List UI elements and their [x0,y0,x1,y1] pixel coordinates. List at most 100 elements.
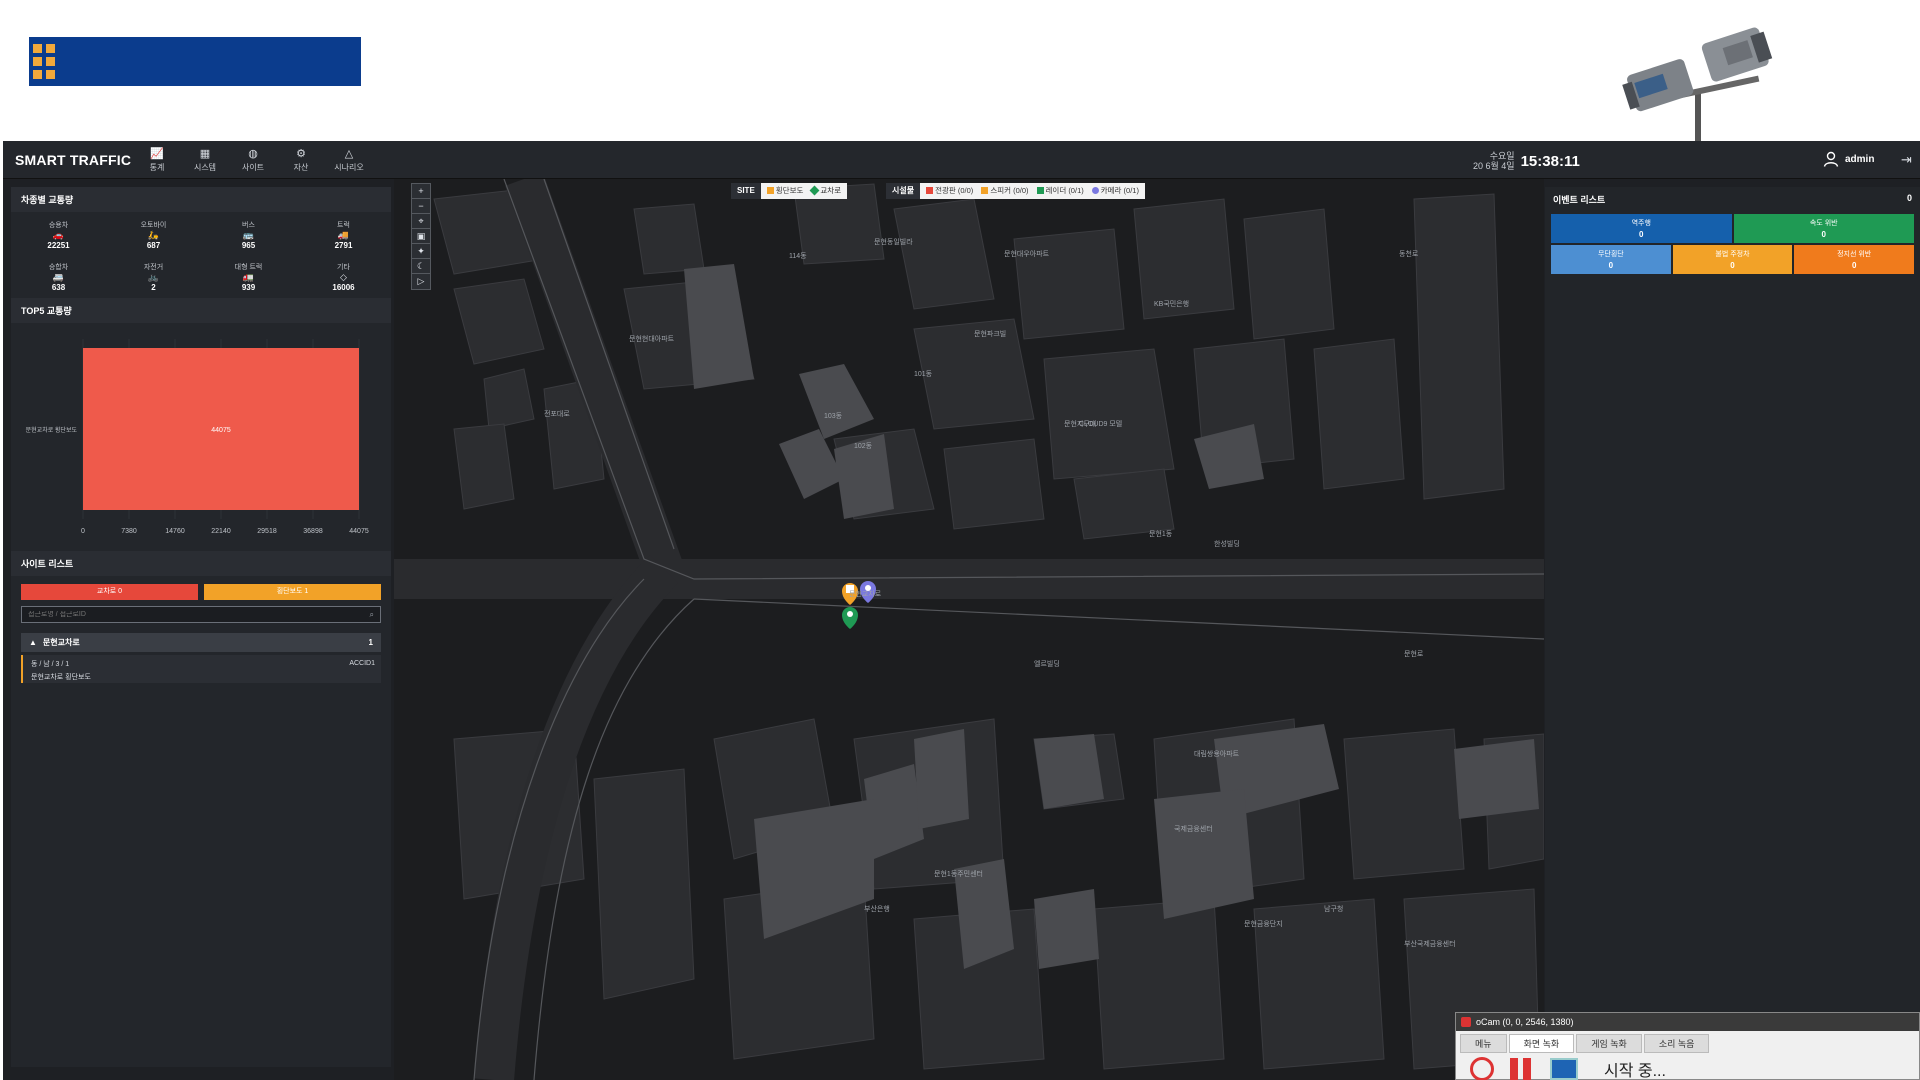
top-bar: SMART TRAFFIC 📈 통계 ▦ 시스템 ◍ 사이트 ⚙ 자산 △ 시나… [3,141,1920,179]
nav-site[interactable]: ◍ 사이트 [229,145,277,175]
time: 15:38:11 [1520,152,1580,170]
site-legend-box: 횡단보도 교차로 [760,183,848,199]
locate-icon[interactable]: ⌖ [412,214,430,229]
speaker-icon [981,187,989,194]
site-list-item[interactable]: 동 / 남 / 3 / 1 문현교차로 횡단보도 ACCID1 [21,655,381,683]
map-canvas[interactable] [394,179,1544,1080]
site-item-code: ACCID1 [349,660,375,667]
nav-label: 시스템 [193,162,217,172]
vehicle-stats-grid: 승용차 🚗 22251 오토바이 🛵 687 버스 🚌 965 트럭 🚚 279… [11,212,391,298]
ocam-tab-screen-record[interactable]: 화면 녹화 [1508,1034,1575,1053]
ocam-app-icon [1461,1017,1471,1027]
alert-triangle-icon: △ [344,147,354,160]
event-card-illegal-parking[interactable]: 불법 주정차 0 [1672,245,1793,274]
top5-title: TOP5 교통량 [11,298,391,323]
stat-label: 트럭 [337,222,350,229]
map-place-label: 전포대로 [544,411,570,418]
map-place-label: 부산은행 [864,906,890,913]
event-list-title: 이벤트 리스트 [1553,195,1606,205]
stat-label: 승용차 [48,222,69,229]
ocam-tab-sound-record[interactable]: 소리 녹음 [1643,1034,1710,1053]
site-group-header[interactable]: ▲ 문현교차로 1 [21,633,381,652]
nav-statistics[interactable]: 📈 통계 [133,145,181,175]
tab-intersection[interactable]: 교차로 0 [21,584,198,600]
site-search-input[interactable] [28,611,370,618]
nav-system[interactable]: ▦ 시스템 [181,145,229,175]
tab-crosswalk[interactable]: 횡단보도 1 [204,584,381,600]
event-card-speeding[interactable]: 속도 위반 0 [1733,214,1914,243]
site-legend: SITE 횡단보도 교차로 [731,183,848,199]
stat-van: 승합차 🚐 638 [11,262,106,292]
truck-icon: 🚚 [337,230,350,240]
site-item-direction: 동 / 남 / 3 / 1 [31,661,70,668]
stat-car: 승용차 🚗 22251 [11,220,106,250]
stat-value: 939 [241,283,256,292]
stat-label: 오토바이 [140,222,167,229]
chevron-up-icon: ▲ [29,638,37,647]
legend-electronic-board[interactable]: 전광판 (0/0) [926,183,973,199]
record-icon[interactable] [1470,1057,1494,1080]
screen-area-icon[interactable] [1550,1058,1578,1080]
nav-asset[interactable]: ⚙ 자산 [277,145,325,175]
stat-value: 687 [146,241,161,250]
event-card-jaywalking[interactable]: 무단횡단 0 [1551,245,1671,274]
event-label: 속도 위반 [1809,220,1838,227]
event-list-header: 이벤트 리스트 0 [1545,187,1920,212]
ocam-titlebar[interactable]: oCam (0, 0, 2546, 1380) [1456,1013,1919,1031]
legend-camera[interactable]: 카메라 (0/1) [1091,183,1139,199]
user-menu[interactable]: admin [1823,151,1874,167]
map-place-label: 문현교차로 [849,591,882,598]
map-place-label: 대림쌍용아파트 [1194,751,1240,758]
crosswalk-icon [766,187,774,194]
legend-label: 스피커 (0/0) [990,186,1029,195]
nav-scenario[interactable]: △ 시나리오 [325,145,373,175]
map-toolbar: + − ⌖ ▣ ✦ ☾ ▷ [411,183,431,290]
event-value: 0 [1851,261,1857,270]
map-place-label: 문현지구대 [1064,421,1097,428]
top5-chart: 0 7380 14760 22140 29518 36898 44075 44075 문현교차로… [26,339,369,535]
map-place-label: 문현파크빌 [974,331,1007,338]
top5-chart-container: 0 7380 14760 22140 29518 36898 44075 44075 문현교차로… [11,323,391,551]
event-card-stopline-violation[interactable]: 정지선 위반 0 [1794,245,1915,274]
radar-icon [1036,187,1044,194]
map-place-label: 동천로 [1399,251,1419,258]
layers-icon[interactable]: ▣ [412,229,430,244]
legend-radar[interactable]: 레이더 (0/1) [1036,183,1084,199]
legend-label: 레이더 (0/1) [1045,186,1084,195]
user-name: admin [1845,153,1875,165]
map-place-label: 문현1동주민센터 [934,871,983,878]
logout-icon[interactable]: ⇥ [1901,152,1912,168]
compass-icon[interactable]: ✦ [412,244,430,259]
event-card-wrong-way[interactable]: 역주행 0 [1551,214,1732,243]
stat-value: 16006 [332,283,355,292]
stat-large-truck: 대형 트럭 🚛 939 [201,262,296,292]
site-item-name: 문현교차로 횡단보도 [31,674,91,681]
legend-label: 횡단보도 [775,186,804,195]
event-label: 무단횡단 [1597,251,1624,258]
legend-speaker[interactable]: 스피커 (0/0) [981,183,1029,199]
pause-icon[interactable] [1510,1058,1534,1080]
app-title: SMART TRAFFIC [15,152,132,168]
search-icon[interactable]: ⌕ [370,610,374,620]
stat-motorcycle: 오토바이 🛵 687 [106,220,201,250]
ocam-tab-menu[interactable]: 메뉴 [1460,1034,1507,1053]
ocam-tab-game-record[interactable]: 게임 녹화 [1576,1034,1642,1053]
zoom-in-button[interactable]: + [412,184,430,199]
left-panel: 차종별 교통량 승용차 🚗 22251 오토바이 🛵 687 버스 🚌 965 [11,187,391,1067]
event-count: 0 [1906,193,1912,203]
legend-intersection[interactable]: 교차로 [809,183,841,199]
chart-x-tick-label: 0 [81,528,85,535]
map-place-label: 문현대우아파트 [1004,251,1050,258]
map-view[interactable]: + − ⌖ ▣ ✦ ☾ ▷ SITE 횡단보도 교차로 시설물 전광판 (0/0… [394,179,1544,1080]
legend-crosswalk[interactable]: 횡단보도 [766,183,804,199]
zoom-out-button[interactable]: − [412,199,430,214]
chart-x-tick-label: 29518 [257,528,277,535]
site-search: ⌕ [21,606,381,623]
night-mode-icon[interactable]: ☾ [412,259,430,274]
site-list-title: 사이트 리스트 [11,551,391,576]
chart-x-tick-label: 14760 [165,528,185,535]
van-icon: 🚐 [52,272,65,282]
stat-label: 승합차 [48,264,69,271]
stat-label: 기타 [337,264,350,271]
play-icon[interactable]: ▷ [412,274,430,289]
